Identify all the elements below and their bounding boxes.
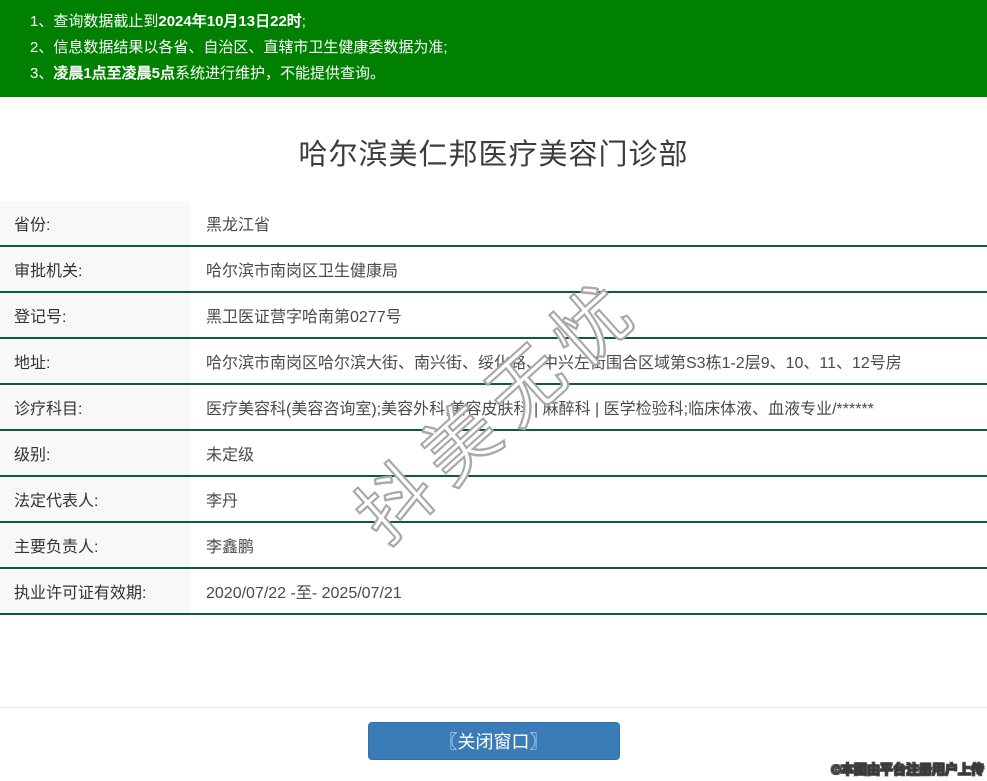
notice-bar: 1、查询数据截止到2024年10月13日22时; 2、信息数据结果以各省、自治区… <box>0 0 987 97</box>
row-value-approval-authority: 哈尔滨市南岗区卫生健康局 <box>206 263 399 280</box>
notice-3-suffix: 系统进行维护，不能提供查询。 <box>175 65 386 82</box>
notice-1-text: 查询数据截止到 <box>53 13 159 30</box>
notice-line-1: 1、查询数据截止到2024年10月13日22时; <box>30 9 977 35</box>
table-row-medical-subjects: 诊疗科目: 医疗美容科(美容咨询室);美容外科;美容皮肤科 | 麻醉科 | 医学… <box>0 385 987 431</box>
notice-1-number: 1、 <box>30 13 54 30</box>
notice-2-number: 2、 <box>30 39 54 56</box>
notice-3-number: 3、 <box>30 65 54 82</box>
row-label-medical-subjects: 诊疗科目: <box>0 385 190 429</box>
table-row-person-in-charge: 主要负责人: 李鑫鹏 <box>0 523 987 569</box>
notice-line-2: 2、信息数据结果以各省、自治区、直辖市卫生健康委数据为准; <box>30 35 977 61</box>
table-row-approval-authority: 审批机关: 哈尔滨市南岗区卫生健康局 <box>0 247 987 293</box>
notice-2-text: 信息数据结果以各省、自治区、直辖市卫生健康委数据为准; <box>53 39 448 56</box>
row-value-person-in-charge: 李鑫鹏 <box>206 539 255 556</box>
table-row-legal-representative: 法定代表人: 李丹 <box>0 477 987 523</box>
table-row-province: 省份: 黑龙江省 <box>0 201 987 247</box>
institution-info-table: 省份: 黑龙江省 审批机关: 哈尔滨市南岗区卫生健康局 登记号: 黑卫医证营字哈… <box>0 201 987 615</box>
row-label-level: 级别: <box>0 431 190 475</box>
close-window-button[interactable]: 〖关闭窗口〗 <box>367 722 620 760</box>
footer-divider <box>0 707 987 708</box>
notice-3-bold-text: 凌晨1点至凌晨5点 <box>53 65 176 82</box>
table-row-registration-number: 登记号: 黑卫医证营字哈南第0277号 <box>0 293 987 339</box>
table-row-address: 地址: 哈尔滨市南岗区哈尔滨大街、南兴街、绥化路、中兴左街围合区域第S3栋1-2… <box>0 339 987 385</box>
notice-line-3: 3、凌晨1点至凌晨5点系统进行维护，不能提供查询。 <box>30 61 977 87</box>
row-value-registration-number: 黑卫医证营字哈南第0277号 <box>206 309 402 326</box>
row-label-legal-representative: 法定代表人: <box>0 477 190 521</box>
row-label-approval-authority: 审批机关: <box>0 247 190 291</box>
table-row-level: 级别: 未定级 <box>0 431 987 477</box>
row-label-person-in-charge: 主要负责人: <box>0 523 190 567</box>
copyright-watermark-text: ©本图由平台注册用户上传 <box>831 762 984 778</box>
row-value-address: 哈尔滨市南岗区哈尔滨大街、南兴街、绥化路、中兴左街围合区域第S3栋1-2层9、1… <box>206 355 902 372</box>
notice-1-bold-text: 2024年10月13日22时 <box>158 13 302 30</box>
row-value-province: 黑龙江省 <box>206 217 271 234</box>
row-label-license-validity: 执业许可证有效期: <box>0 569 190 613</box>
table-row-license-validity: 执业许可证有效期: 2020/07/22 -至- 2025/07/21 <box>0 569 987 615</box>
row-value-legal-representative: 李丹 <box>206 493 239 510</box>
row-value-level: 未定级 <box>206 447 255 464</box>
row-label-address: 地址: <box>0 339 190 383</box>
page-title: 哈尔滨美仁邦医疗美容门诊部 <box>298 139 689 171</box>
row-value-medical-subjects: 医疗美容科(美容咨询室);美容外科;美容皮肤科 | 麻醉科 | 医学检验科;临床… <box>206 401 874 418</box>
row-label-province: 省份: <box>0 201 190 245</box>
row-label-registration-number: 登记号: <box>0 293 190 337</box>
row-value-license-validity: 2020/07/22 -至- 2025/07/21 <box>206 585 402 602</box>
notice-1-suffix: ; <box>301 13 306 30</box>
